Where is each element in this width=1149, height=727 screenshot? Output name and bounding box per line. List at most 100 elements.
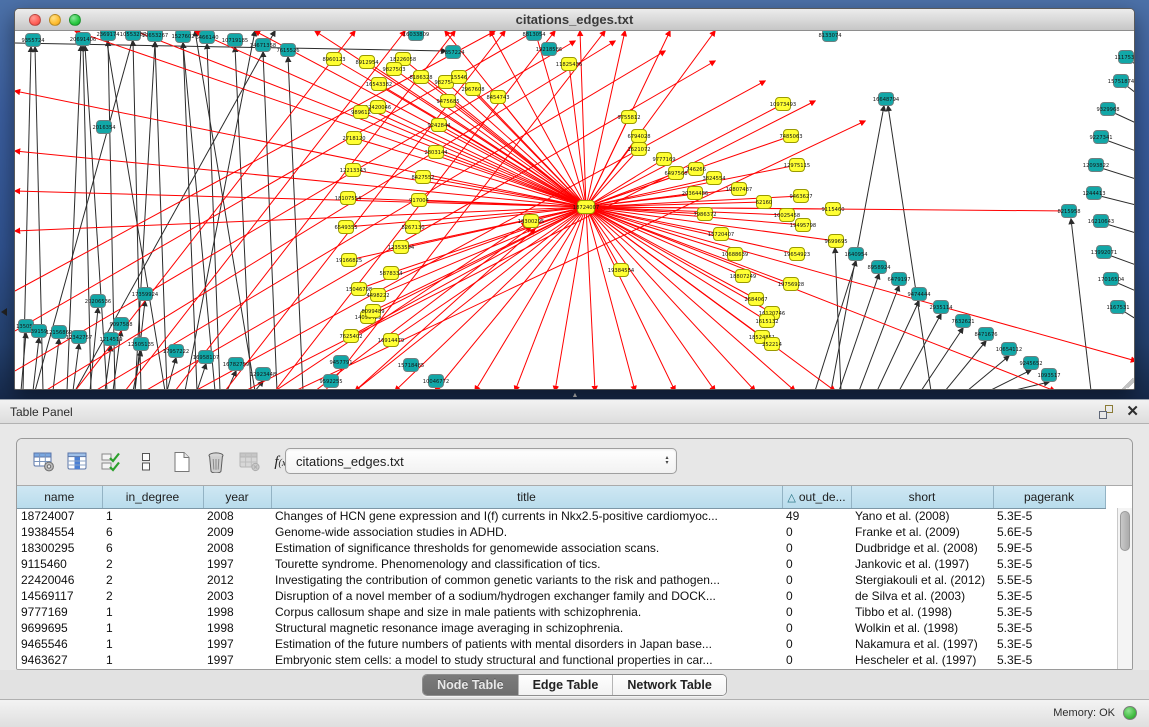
network-node[interactable]: 12353594 (388, 241, 415, 254)
float-panel-icon[interactable] (1099, 405, 1113, 419)
network-node[interactable]: 15718485 (398, 359, 424, 372)
table-cell[interactable]: 0 (782, 636, 851, 652)
table-row[interactable]: 969969511998Structural magnetic resonanc… (17, 620, 1105, 636)
network-edge[interactable] (835, 248, 841, 390)
network-node[interactable]: 6497568 (664, 167, 687, 180)
network-node[interactable]: 9475685 (436, 95, 459, 108)
table-cell[interactable]: 9115460 (17, 556, 102, 572)
table-cell[interactable]: 0 (782, 572, 851, 588)
network-edge[interactable] (195, 31, 255, 390)
network-node[interactable]: 8813054 (522, 31, 546, 41)
delete-rows-icon[interactable] (203, 449, 229, 475)
column-header-title[interactable]: title (271, 486, 782, 508)
table-cell[interactable]: 5.6E-5 (993, 524, 1105, 540)
network-node[interactable]: 989612 (351, 106, 371, 119)
table-cell[interactable]: 6 (102, 540, 203, 556)
table-cell[interactable]: 19384554 (17, 524, 102, 540)
network-edge[interactable] (125, 31, 405, 390)
network-edge[interactable] (354, 138, 586, 207)
network-edge[interactable] (33, 338, 39, 390)
network-edge[interactable] (349, 207, 586, 260)
network-node[interactable]: 3824554 (702, 172, 726, 185)
table-cell[interactable]: 5.3E-5 (993, 588, 1105, 604)
table-cell[interactable]: 1997 (203, 636, 271, 652)
tab-node-table[interactable]: Node Table (423, 675, 518, 695)
panel-splitter-handle[interactable]: ▲ (570, 393, 580, 398)
table-cell[interactable]: 49 (782, 508, 851, 524)
network-node[interactable]: 7615526 (276, 44, 299, 57)
network-edge[interactable] (155, 42, 167, 390)
network-edge[interactable] (815, 261, 856, 390)
select-rows-icon[interactable] (99, 449, 125, 475)
network-node[interactable]: 15751874 (1108, 75, 1134, 88)
table-cell[interactable]: 1 (102, 604, 203, 620)
network-node[interactable]: 19756928 (778, 278, 804, 291)
network-node[interactable]: 16782759 (223, 358, 249, 371)
network-node[interactable]: 9463627 (789, 190, 812, 203)
network-node[interactable]: 2369174 (96, 31, 120, 41)
network-node[interactable]: 18107554 (335, 192, 362, 205)
network-node[interactable]: 19218586 (536, 43, 562, 56)
row-height-icon[interactable] (133, 449, 159, 475)
table-cell[interactable]: 22420046 (17, 572, 102, 588)
tab-network-table[interactable]: Network Table (613, 675, 726, 695)
network-window[interactable]: citations_edges.txt 93557242069140623691… (14, 8, 1135, 390)
network-edge[interactable] (586, 207, 1055, 390)
network-edge[interactable] (515, 207, 586, 390)
table-cell[interactable]: 18724007 (17, 508, 102, 524)
network-node[interactable]: 1640954 (844, 248, 868, 261)
network-node[interactable]: 8454743 (486, 91, 509, 104)
network-edge[interactable] (945, 341, 986, 390)
table-cell[interactable]: 9463627 (17, 652, 102, 668)
column-header-short[interactable]: short (851, 486, 993, 508)
network-node[interactable]: 6794028 (627, 130, 650, 143)
table-cell[interactable]: 1998 (203, 620, 271, 636)
network-edge[interactable] (15, 41, 575, 371)
table-header-row[interactable]: namein_degreeyeartitle△out_de...shortpag… (17, 486, 1105, 508)
table-cell[interactable]: 5.3E-5 (993, 652, 1105, 668)
table-cell[interactable]: 1 (102, 620, 203, 636)
table-cell[interactable]: Structural magnetic resonance image aver… (271, 620, 782, 636)
table-cell[interactable]: 0 (782, 604, 851, 620)
window-resize-grip[interactable] (1118, 373, 1132, 387)
network-node[interactable]: 12923448 (250, 368, 276, 381)
network-node[interactable]: 10654112 (996, 343, 1022, 356)
network-edge[interactable] (15, 207, 586, 231)
network-node[interactable]: 19166825 (336, 254, 362, 267)
table-row[interactable]: 2242004622012Investigating the contribut… (17, 572, 1105, 588)
table-cell[interactable]: 5.3E-5 (993, 636, 1105, 652)
table-cell[interactable]: 14569117 (17, 588, 102, 604)
network-edge[interactable] (921, 328, 963, 390)
table-cell[interactable]: 0 (782, 524, 851, 540)
table-cell[interactable]: Franke et al. (2009) (851, 524, 993, 540)
table-row[interactable]: 977716911998Corpus callosum shape and si… (17, 604, 1105, 620)
table-cell[interactable]: 5.3E-5 (993, 604, 1105, 620)
network-edge[interactable] (555, 207, 586, 390)
table-cell[interactable]: Estimation of significance thresholds fo… (271, 540, 782, 556)
network-node[interactable]: 2016354 (92, 121, 116, 134)
network-node[interactable]: 9755812 (617, 111, 640, 124)
network-node[interactable]: 16648794 (873, 93, 900, 106)
table-cell[interactable]: 1 (102, 508, 203, 524)
network-node[interactable]: 8471676 (974, 328, 997, 341)
table-cell[interactable]: Yano et al. (2008) (851, 508, 993, 524)
table-cell[interactable]: 5.9E-5 (993, 540, 1105, 556)
table-cell[interactable]: Disruption of a novel member of a sodium… (271, 588, 782, 604)
network-node[interactable]: 20691406 (70, 33, 96, 46)
table-cell[interactable]: de Silva et al. (2003) (851, 588, 993, 604)
network-edge[interactable] (23, 47, 31, 390)
table-row[interactable]: 1938455462009Genome-wide association stu… (17, 524, 1105, 540)
table-select-dropdown[interactable]: citations_edges.txt ▴▾ (285, 448, 677, 474)
network-node[interactable]: 8186328 (409, 71, 432, 84)
network-node[interactable]: 9097588 (109, 318, 132, 331)
table-cell[interactable]: 2 (102, 572, 203, 588)
show-columns-icon[interactable] (65, 449, 91, 475)
network-node[interactable]: 9245652 (1019, 357, 1042, 370)
network-view[interactable]: 9355724206914062369174105532871065326715… (15, 31, 1134, 390)
table-cell[interactable]: Investigating the contribution of common… (271, 572, 782, 588)
table-cell[interactable]: 2 (102, 588, 203, 604)
network-node[interactable]: 10688639 (722, 248, 748, 261)
table-cell[interactable]: 0 (782, 540, 851, 556)
table-cell[interactable]: 9465546 (17, 636, 102, 652)
memory-status-icon[interactable] (1123, 706, 1137, 720)
